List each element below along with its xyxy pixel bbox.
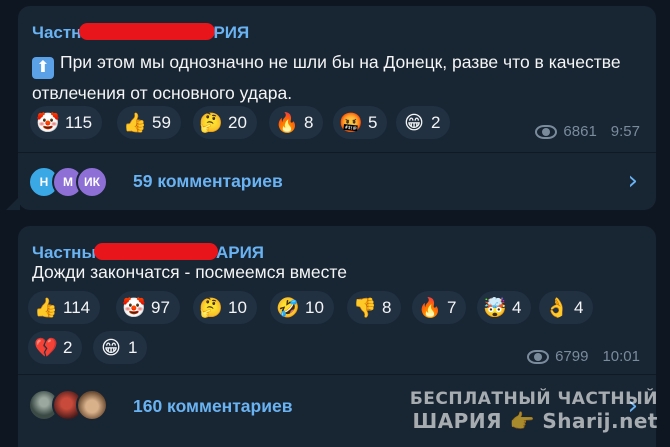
reaction-thinking[interactable]: 🤔 10 [193, 291, 257, 324]
divider [18, 374, 656, 375]
grin-icon: 😁 [101, 336, 121, 359]
message-text: Дожди закончатся - посмеемся вместе [32, 262, 347, 282]
reaction-ok-hand[interactable]: 👌 4 [539, 291, 594, 324]
commenter-avatars [28, 389, 108, 421]
arrow-up-icon: ⬆ [32, 57, 54, 79]
thumbs-up-icon: 👍 [123, 111, 147, 134]
sender-name[interactable]: Частн РИЯ [32, 23, 249, 43]
reaction-grin[interactable]: 😁 1 [93, 331, 148, 364]
view-count: 6861 [563, 123, 597, 140]
reaction-clown[interactable]: 🤡 115 [30, 106, 103, 139]
comments-link[interactable]: 59 комментариев [133, 171, 283, 192]
post-meta: 6861 9:57 [535, 123, 640, 140]
comments-link[interactable]: 160 комментариев [133, 396, 292, 417]
reaction-thumbs-up[interactable]: 👍 59 [117, 106, 181, 139]
thinking-icon: 🤔 [199, 296, 223, 319]
watermark: БЕСПЛАТНЫЙ ЧАСТНЫЙ ШАРИЯ 👉 Sharij.net [409, 389, 658, 433]
exploding-head-icon: 🤯 [483, 296, 507, 319]
thinking-icon: 🤔 [199, 111, 223, 134]
reaction-thumbs-down[interactable]: 👎 8 [347, 291, 402, 324]
channel-post: Частн РИЯ ⬆ При этом мы однозначно не шли … [18, 6, 656, 210]
post-time: 10:01 [602, 348, 640, 365]
reaction-swearing[interactable]: 🤬 5 [333, 106, 388, 139]
fire-icon: 🔥 [275, 111, 299, 134]
reaction-fire[interactable]: 🔥 7 [412, 291, 467, 324]
avatar: ИК [76, 166, 108, 198]
avatar [76, 389, 108, 421]
clown-icon: 🤡 [36, 111, 60, 134]
broken-heart-icon: 💔 [34, 336, 58, 359]
reaction-fire[interactable]: 🔥 8 [269, 106, 324, 139]
view-count: 6799 [555, 348, 589, 365]
reaction-rofl[interactable]: 🤣 10 [270, 291, 334, 324]
ok-hand-icon: 👌 [545, 296, 569, 319]
swearing-face-icon: 🤬 [339, 111, 363, 134]
reaction-broken-heart[interactable]: 💔 2 [28, 331, 83, 364]
post-meta: 6799 10:01 [527, 348, 640, 365]
divider [18, 152, 656, 153]
views-eye-icon [535, 124, 558, 139]
message-text: ⬆ При этом мы однозначно не шли бы на Дон… [32, 52, 621, 103]
chevron-right-icon[interactable]: › [628, 166, 638, 196]
views-eye-icon [527, 349, 550, 364]
reaction-thinking[interactable]: 🤔 20 [193, 106, 257, 139]
reaction-clown[interactable]: 🤡 97 [116, 291, 180, 324]
pointing-hand-icon: 👉 [509, 409, 535, 433]
thumbs-down-icon: 👎 [353, 296, 377, 319]
fire-icon: 🔥 [418, 296, 442, 319]
commenter-avatars: Н М ИК [28, 166, 108, 198]
rofl-icon: 🤣 [276, 296, 300, 319]
redaction-mark [79, 23, 216, 40]
bubble-tail [6, 196, 20, 210]
clown-icon: 🤡 [122, 296, 146, 319]
reaction-thumbs-up[interactable]: 👍 114 [28, 291, 101, 324]
grin-icon: 😁 [404, 111, 424, 134]
reaction-grin[interactable]: 😁 2 [396, 106, 451, 139]
post-time: 9:57 [610, 123, 640, 140]
reaction-exploding-head[interactable]: 🤯 4 [477, 291, 532, 324]
thumbs-up-icon: 👍 [34, 296, 58, 319]
